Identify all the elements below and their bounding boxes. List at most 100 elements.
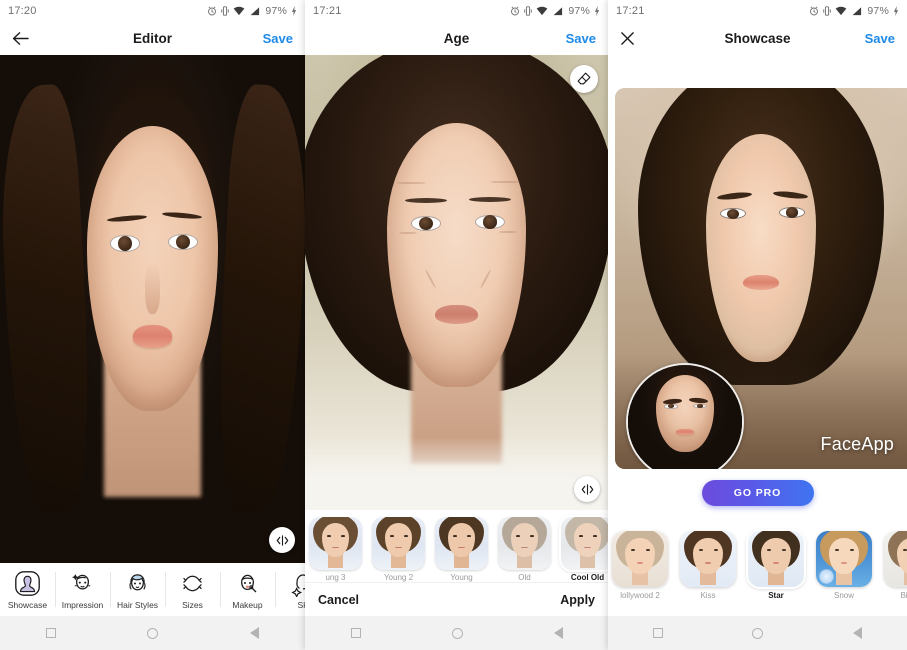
eraser-button[interactable]	[570, 65, 598, 93]
age-photo[interactable]	[305, 55, 608, 510]
wifi-icon	[537, 6, 548, 16]
alarm-icon	[208, 6, 217, 16]
charging-icon	[291, 6, 297, 16]
recents-square-icon[interactable]	[652, 628, 663, 638]
back-button[interactable]	[12, 31, 38, 46]
tool-label: Makeup	[232, 599, 263, 610]
home-circle-icon[interactable]	[752, 627, 764, 639]
age-filter-item[interactable]: Young	[433, 517, 490, 582]
showcase-icon	[15, 570, 40, 596]
signal-icon	[553, 6, 563, 16]
vibrate-icon	[823, 6, 832, 16]
back-arrow-icon	[12, 32, 29, 45]
status-icons-2: 97%	[510, 5, 600, 17]
home-circle-icon[interactable]	[451, 627, 463, 639]
back-triangle-icon[interactable]	[553, 627, 563, 639]
filter-thumbnail[interactable]	[884, 531, 907, 587]
showcase-filter-item[interactable]: Kiss	[678, 531, 738, 600]
screenshot-stage: 17:20 97% Editor Save Showcase Impressio…	[0, 0, 907, 650]
age-filter-item-selected[interactable]: Cool Old	[559, 517, 608, 582]
back-triangle-icon[interactable]	[250, 627, 260, 639]
compare-button-age[interactable]	[574, 476, 600, 502]
page-title-showcase: Showcase	[724, 31, 791, 46]
app-bar-age: Age Save	[305, 22, 608, 55]
charging-icon	[594, 6, 600, 16]
age-filter-item[interactable]: ung 3	[307, 517, 364, 582]
filter-thumbnail[interactable]	[612, 531, 668, 587]
showcase-photo-card[interactable]: FaceApp	[615, 88, 907, 469]
apply-button[interactable]: Apply	[560, 593, 595, 607]
filter-thumbnail[interactable]	[309, 517, 362, 570]
filter-label: Kiss	[700, 591, 716, 600]
home-circle-icon[interactable]	[147, 627, 159, 639]
status-time-3: 17:21	[616, 5, 645, 17]
compare-button-editor[interactable]	[269, 527, 295, 553]
tool-makeup[interactable]: Makeup	[220, 563, 275, 616]
tool-label: Hair Styles	[116, 599, 159, 610]
sizes-icon	[183, 575, 202, 591]
save-button-showcase[interactable]: Save	[865, 31, 895, 46]
go-pro-button[interactable]: GO PRO	[701, 480, 814, 506]
battery-percent-3: 97%	[867, 5, 889, 17]
faceapp-watermark: FaceApp	[820, 434, 894, 454]
showcase-filter-strip[interactable]: lollywood 2 Kiss Star Snow B	[608, 524, 907, 604]
filter-thumbnail[interactable]	[680, 531, 736, 587]
tool-impression[interactable]: Impression	[55, 563, 110, 616]
filter-thumbnail[interactable]	[435, 517, 488, 570]
recents-square-icon[interactable]	[350, 628, 361, 638]
android-navbar-2	[305, 616, 608, 650]
filter-thumbnail[interactable]	[372, 517, 425, 570]
panel-showcase: 17:21 97% Showcase Save FaceApp GO PRO l…	[608, 0, 907, 650]
age-filter-item[interactable]: Old	[496, 517, 553, 582]
compare-icon	[276, 534, 288, 546]
impression-icon	[71, 573, 91, 590]
tool-skin[interactable]: Sk	[275, 563, 305, 616]
vibrate-icon	[524, 6, 533, 16]
status-bar-3: 17:21 97%	[608, 0, 907, 22]
showcase-filter-item[interactable]: Snow	[814, 531, 874, 600]
tool-label: Sizes	[182, 599, 203, 610]
wifi-icon	[836, 6, 847, 16]
android-navbar-3	[608, 616, 907, 650]
status-icons-3: 97%	[809, 5, 899, 17]
back-triangle-icon[interactable]	[853, 627, 863, 639]
tool-showcase[interactable]: Showcase	[0, 563, 55, 616]
filter-thumbnail[interactable]	[816, 531, 872, 587]
filter-label: Star	[768, 591, 784, 600]
tool-hair-styles[interactable]: Hair Styles	[110, 563, 165, 616]
panel-age: 17:21 97% Age Save ung 3 Young 2 Young O…	[305, 0, 608, 650]
status-bar-1: 17:20 97%	[0, 0, 305, 22]
eraser-icon	[577, 72, 591, 85]
tool-label: Impression	[61, 599, 104, 610]
signal-icon	[852, 6, 862, 16]
filter-thumbnail[interactable]	[748, 531, 804, 587]
status-icons-1: 97%	[207, 5, 297, 17]
alarm-icon	[810, 6, 819, 16]
status-bar-2: 17:21 97%	[305, 0, 608, 22]
status-time-2: 17:21	[313, 5, 342, 17]
tool-label: Sk	[297, 599, 305, 610]
editor-photo[interactable]	[0, 55, 305, 563]
recents-square-icon[interactable]	[45, 628, 56, 638]
showcase-filter-item[interactable]: Bigger	[882, 531, 907, 600]
age-action-bar: Cancel Apply	[305, 582, 608, 616]
close-button[interactable]	[620, 31, 646, 46]
battery-percent-1: 97%	[265, 5, 287, 17]
age-filter-strip[interactable]: ung 3 Young 2 Young Old Cool Old	[305, 504, 608, 582]
android-navbar-1	[0, 616, 305, 650]
save-button-editor[interactable]: Save	[263, 31, 293, 46]
save-button-age[interactable]: Save	[566, 31, 596, 46]
original-photo-inset[interactable]	[626, 363, 744, 469]
skin-icon	[291, 573, 305, 597]
filter-thumbnail[interactable]	[498, 517, 551, 570]
filter-thumbnail[interactable]	[561, 517, 608, 570]
showcase-filter-item[interactable]: lollywood 2	[610, 531, 670, 600]
filter-label: ung 3	[325, 573, 346, 582]
age-filter-item[interactable]: Young 2	[370, 517, 427, 582]
portrait-aged	[305, 55, 608, 510]
cancel-button[interactable]: Cancel	[318, 593, 359, 607]
tool-sizes[interactable]: Sizes	[165, 563, 220, 616]
charging-icon	[893, 6, 899, 16]
showcase-filter-item-selected[interactable]: Star	[746, 531, 806, 600]
hair-styles-icon	[129, 573, 146, 590]
